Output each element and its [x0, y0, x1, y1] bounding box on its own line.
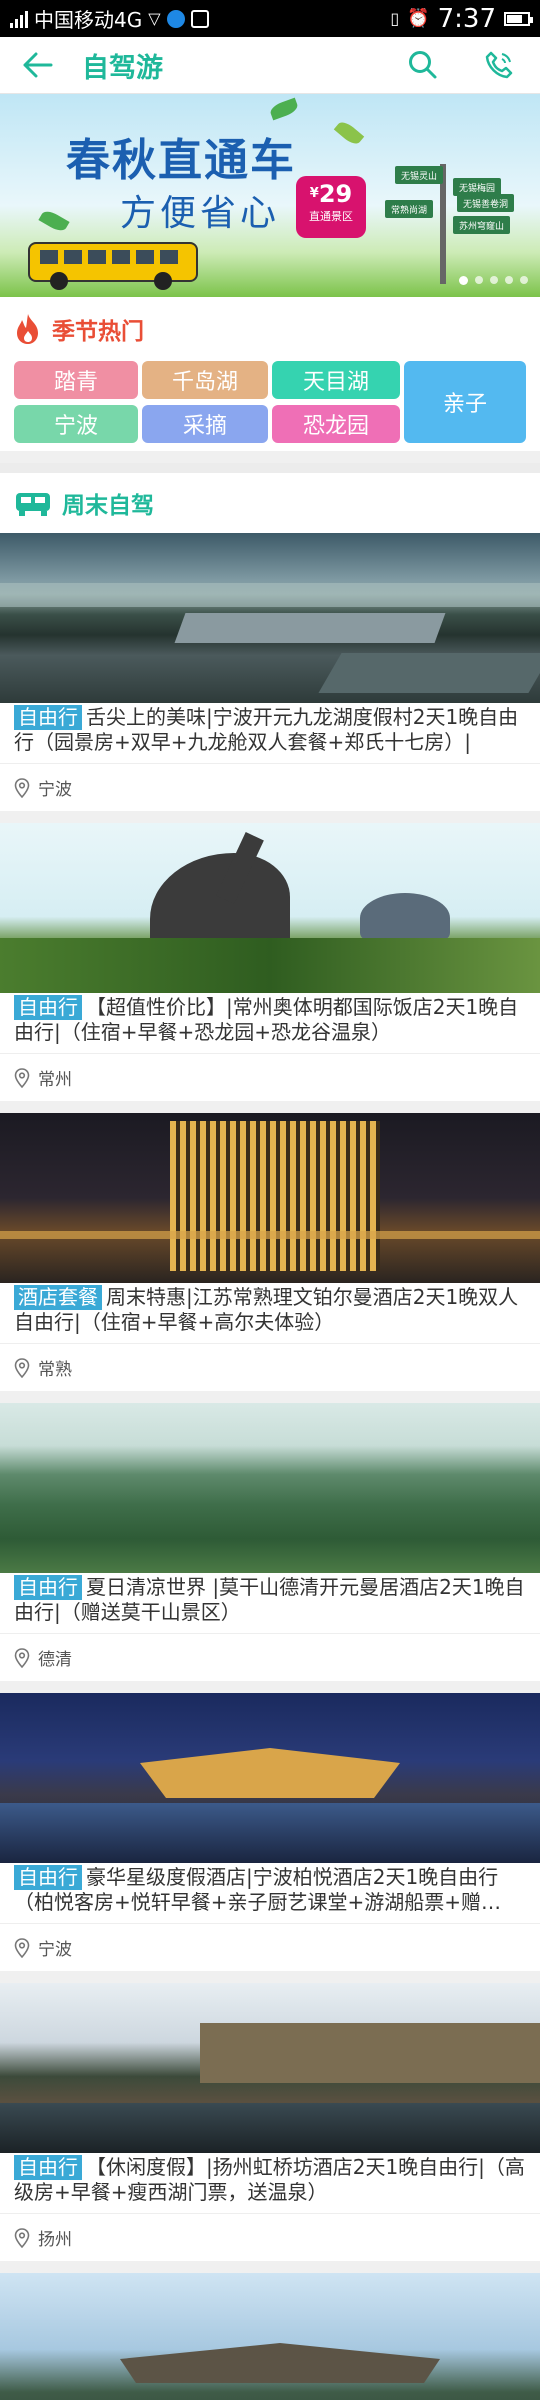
product-card[interactable]: 自由行 豪华星级度假酒店|宁波柏悦酒店2天1晚自由行（柏悦客房+悦轩早餐+亲子厨艺… — [0, 1693, 540, 1971]
sign-1: 无锡灵山 — [395, 166, 444, 184]
tag-caizhai[interactable]: 采摘 — [142, 405, 268, 443]
sign-5: 无锡善卷洞 — [457, 194, 515, 212]
season-title: 季节热门 — [52, 319, 144, 345]
season-hot-section: 季节热门 踏青 千岛湖 天目湖 亲子 宁波 采摘 恐龙园 — [0, 297, 540, 451]
weekend-title: 周末自驾 — [62, 493, 154, 519]
leaf-decoration — [268, 97, 300, 121]
price-symbol: ¥ — [309, 186, 319, 201]
card-type-badge: 自由行 — [14, 1865, 82, 1890]
back-arrow-icon — [23, 52, 53, 78]
section-divider — [0, 463, 540, 473]
card-location-label: 宁波 — [38, 1940, 72, 1960]
card-location: 德清 — [0, 1633, 540, 1681]
vibrate-icon: ▯ — [390, 9, 400, 28]
tag-qinzi[interactable]: 亲子 — [404, 361, 526, 443]
card-description: 酒店套餐 周末特惠|江苏常熟理文铂尔曼酒店2天1晚双人自由行|（住宿+早餐+高尔夫… — [0, 1283, 540, 1335]
location-pin-icon — [14, 777, 30, 798]
card-description: 自由行 夏日清凉世界 |莫干山德清开元曼居酒店2天1晚自由行|（赠送莫干山景区） — [0, 1573, 540, 1625]
season-tags: 踏青 千岛湖 天目湖 亲子 宁波 采摘 恐龙园 — [14, 361, 526, 451]
card-description: 自由行 豪华星级度假酒店|宁波柏悦酒店2天1晚自由行（柏悦客房+悦轩早餐+亲子厨艺… — [0, 1863, 540, 1915]
card-location-label: 德清 — [38, 1650, 72, 1670]
clock-time: 7:37 — [437, 3, 496, 34]
battery-icon — [504, 11, 533, 26]
tag-taqing[interactable]: 踏青 — [14, 361, 138, 399]
price-label: 直通景区 — [309, 210, 353, 223]
phone-icon — [485, 51, 513, 79]
card-image-mountains — [0, 1403, 540, 1573]
card-type-badge: 自由行 — [14, 1575, 82, 1600]
card-location: 常州 — [0, 1053, 540, 1101]
page-title: 自驾游 — [82, 52, 163, 84]
sign-4: 苏州穹窿山 — [453, 216, 511, 234]
card-location-label: 宁波 — [38, 780, 72, 800]
card-image-lake-resort — [0, 533, 540, 703]
tag-qiandaohu[interactable]: 千岛湖 — [142, 361, 268, 399]
fire-icon — [17, 314, 38, 344]
product-card[interactable]: 自由行 夏日清凉世界 |莫干山德清开元曼居酒店2天1晚自由行|（赠送莫干山景区） … — [0, 1403, 540, 1681]
product-card[interactable]: 酒店套餐 周末特惠|江苏常熟理文铂尔曼酒店2天1晚双人自由行|（住宿+早餐+高尔夫… — [0, 1113, 540, 1391]
search-button[interactable] — [400, 42, 446, 88]
app-notification-icon — [166, 9, 185, 28]
product-card[interactable]: 自由行 舌尖上的美味|宁波开元九龙湖度假村2天1晚自由行（园景房+双早+九龙舱双人… — [0, 533, 540, 811]
location-pin-icon — [14, 1647, 30, 1668]
card-type-badge: 自由行 — [14, 2155, 82, 2180]
card-title: 【超值性价比】|常州奥体明都国际饭店2天1晚自由行|（住宿+早餐+恐龙园+恐龙谷… — [14, 995, 519, 1044]
card-title: 【休闲度假】|扬州虹桥坊酒店2天1晚自由行|（高级房+早餐+瘦西湖门票，送温泉） — [14, 2155, 525, 2204]
leaf-decoration — [38, 207, 70, 235]
wifi-icon: ▽ — [148, 9, 161, 28]
card-image-dinosaur-park — [0, 823, 540, 993]
bus-illustration — [28, 242, 198, 290]
location-pin-icon — [14, 1067, 30, 1088]
app-header: 自驾游 — [0, 37, 540, 94]
leaf-decoration — [333, 118, 365, 148]
location-pin-icon — [14, 2227, 30, 2248]
banner-title: 春秋直通车 — [66, 135, 296, 186]
card-image-park-hyatt — [0, 1693, 540, 1863]
banner-subtitle: 方便省心 — [120, 193, 281, 234]
signal-icon — [10, 10, 28, 28]
carousel-dots[interactable] — [459, 276, 528, 285]
back-button[interactable] — [18, 45, 58, 85]
card-type-badge: 酒店套餐 — [14, 1285, 102, 1310]
card-location: 扬州 — [0, 2213, 540, 2261]
card-location-label: 常熟 — [38, 1360, 72, 1380]
promo-banner[interactable]: 春秋直通车 方便省心 ¥29 直通景区 无锡灵山 无锡梅园 常熟尚湖 苏州穹窿山… — [0, 94, 540, 297]
card-location-label: 扬州 — [38, 2230, 72, 2250]
image-notification-icon — [190, 9, 209, 28]
product-card[interactable]: 自由行 【休闲度假】|扬州虹桥坊酒店2天1晚自由行|（高级房+早餐+瘦西湖门票，送… — [0, 1983, 540, 2261]
sign-3: 常熟尚湖 — [385, 200, 434, 218]
card-description: 自由行 【超值性价比】|常州奥体明都国际饭店2天1晚自由行|（住宿+早餐+恐龙园+… — [0, 993, 540, 1045]
card-location: 常熟 — [0, 1343, 540, 1391]
weekend-drive-section: 周末自驾 自由行 舌尖上的美味|宁波开元九龙湖度假村2天1晚自由行（园景房+双早+… — [0, 473, 540, 2400]
card-title: 夏日清凉世界 |莫干山德清开元曼居酒店2天1晚自由行|（赠送莫干山景区） — [14, 1575, 525, 1624]
card-type-badge: 自由行 — [14, 995, 82, 1020]
card-description: 自由行 舌尖上的美味|宁波开元九龙湖度假村2天1晚自由行（园景房+双早+九龙舱双人… — [0, 703, 540, 755]
card-image-resort-pavilion — [0, 2273, 540, 2400]
price-value: 29 — [318, 180, 353, 208]
search-icon — [409, 51, 437, 79]
tag-ningbo[interactable]: 宁波 — [14, 405, 138, 443]
price-badge: ¥29 直通景区 — [296, 176, 366, 238]
card-description: 自由行 【休闲度假】|扬州虹桥坊酒店2天1晚自由行|（高级房+早餐+瘦西湖门票，送… — [0, 2153, 540, 2205]
product-card[interactable]: 自由行 【超值性价比】|常州奥体明都国际饭店2天1晚自由行|（住宿+早餐+恐龙园+… — [0, 823, 540, 1101]
alarm-icon: ⏰ — [407, 8, 430, 29]
card-type-badge: 自由行 — [14, 705, 82, 730]
card-location: 宁波 — [0, 763, 540, 811]
location-pin-icon — [14, 1937, 30, 1958]
card-location-label: 常州 — [38, 1070, 72, 1090]
carrier-label: 中国移动4G — [34, 8, 143, 32]
car-icon — [16, 493, 50, 516]
location-pin-icon — [14, 1357, 30, 1378]
tag-konglongyuan[interactable]: 恐龙园 — [272, 405, 400, 443]
card-image-hotel-night — [0, 1113, 540, 1283]
product-card[interactable] — [0, 2273, 540, 2400]
card-title: 豪华星级度假酒店|宁波柏悦酒店2天1晚自由行（柏悦客房+悦轩早餐+亲子厨艺课堂+… — [14, 1865, 502, 1914]
tag-tianmuhu[interactable]: 天目湖 — [272, 361, 400, 399]
card-location: 宁波 — [0, 1923, 540, 1971]
card-title: 舌尖上的美味|宁波开元九龙湖度假村2天1晚自由行（园景房+双早+九龙舱双人套餐+… — [14, 705, 519, 754]
call-button[interactable] — [476, 42, 522, 88]
status-bar: 中国移动4G ▽ ▯ ⏰ 7:37 — [0, 0, 540, 37]
card-image-riverside-hotel — [0, 1983, 540, 2153]
